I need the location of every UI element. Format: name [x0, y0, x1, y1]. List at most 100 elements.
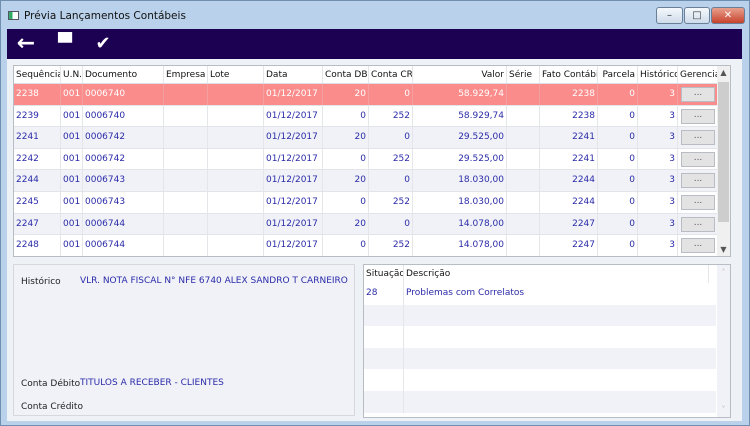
gerencial-button[interactable]: ... — [681, 108, 715, 124]
table-row[interactable] — [364, 304, 716, 327]
table-row[interactable] — [364, 369, 716, 391]
table-cell: 0006743 — [83, 192, 164, 213]
column-header[interactable]: Situação — [364, 265, 404, 283]
app-icon — [8, 11, 19, 20]
table-cell: 20 — [323, 213, 369, 235]
gerencial-button[interactable]: ... — [681, 216, 715, 232]
column-header[interactable]: Descrição — [404, 265, 709, 283]
table-cell: 0006744 — [83, 213, 164, 235]
column-header[interactable]: Conta CR — [369, 66, 413, 83]
column-header[interactable]: Empresa — [164, 66, 208, 83]
column-header[interactable]: Gerencial — [678, 66, 718, 83]
table-cell: 0 — [598, 170, 638, 191]
table-cell: 0006742 — [83, 127, 164, 148]
table-row[interactable]: 2244 001 0006743 01/12/2017 20 0 18.030,00 2244… — [14, 170, 718, 192]
table-cell: 14.078,00 — [413, 235, 507, 256]
table-cell — [208, 235, 264, 256]
table-cell: 0 — [369, 170, 413, 191]
column-header[interactable]: U.N. — [61, 66, 83, 83]
minimize-button[interactable]: – — [656, 7, 683, 24]
column-header[interactable]: Valor — [413, 66, 507, 83]
gerencial-button[interactable]: ... — [681, 130, 715, 146]
scroll-up-icon[interactable]: ˄ — [717, 268, 730, 277]
table-cell: 3 — [638, 170, 678, 191]
table-row[interactable]: 2248 001 0006744 01/12/2017 0 252 14.078,00 224… — [14, 235, 718, 256]
table-cell — [507, 235, 540, 256]
table-cell: 01/12/2017 — [264, 170, 323, 191]
table-cell: 001 — [61, 148, 83, 170]
table-cell: 252 — [369, 192, 413, 213]
table-cell — [164, 105, 208, 127]
table-row[interactable]: 2239 001 0006740 01/12/2017 0 252 58.929,74 223… — [14, 105, 718, 128]
table-cell: 01/12/2017 — [264, 84, 323, 105]
table-cell: 2241 — [540, 148, 598, 170]
scroll-down-icon[interactable]: ˅ — [717, 405, 730, 414]
table-row[interactable]: 2241 001 0006742 01/12/2017 20 0 29.525,00 2241… — [14, 127, 718, 149]
table-cell — [208, 213, 264, 235]
table-row[interactable]: 28 Problemas com Correlatos — [364, 283, 716, 305]
gerencial-button[interactable]: ... — [681, 238, 715, 254]
table-cell: 2242 — [14, 148, 61, 170]
column-header[interactable]: Documento — [83, 66, 164, 83]
column-header[interactable]: Fato Contábil — [540, 66, 598, 83]
table-cell: 20 — [323, 127, 369, 148]
table-cell: 0 — [323, 192, 369, 213]
scroll-up-icon[interactable]: ▲ — [717, 68, 730, 77]
table-cell — [164, 213, 208, 235]
column-header[interactable]: Lote — [208, 66, 264, 83]
table-cell: 0006740 — [83, 105, 164, 127]
gerencial-button[interactable]: ... — [681, 195, 715, 210]
gerencial-button[interactable]: ... — [681, 173, 715, 189]
table-cell: 2247 — [14, 213, 61, 235]
table-cell: 0 — [369, 127, 413, 148]
table-cell — [364, 391, 404, 413]
table-cell — [364, 347, 404, 370]
table-row[interactable] — [364, 347, 716, 370]
column-header[interactable]: Data — [264, 66, 323, 83]
table-cell: 2244 — [540, 170, 598, 191]
grid-scrollbar[interactable]: ▲ ▼ — [717, 66, 730, 256]
toolbar: ← ▀ ✔ — [7, 29, 742, 59]
table-row[interactable]: 2245 001 0006743 01/12/2017 0 252 18.030,00 224… — [14, 192, 718, 214]
print-icon[interactable]: ▀ — [52, 32, 78, 56]
table-cell: 3 — [638, 213, 678, 235]
table-cell: 2247 — [540, 213, 598, 235]
situacao-header: Situação Descrição — [364, 265, 716, 283]
table-cell — [208, 170, 264, 191]
close-button[interactable]: ✕ — [711, 7, 745, 24]
column-header[interactable]: Conta DB — [323, 66, 369, 83]
table-row[interactable] — [364, 326, 716, 348]
historico-value: VLR. NOTA FISCAL N° NFE 6740 ALEX SANDRO… — [80, 276, 348, 286]
table-cell — [507, 84, 540, 105]
column-header[interactable]: Série — [507, 66, 540, 83]
column-header[interactable]: Sequência — [14, 66, 61, 83]
table-row[interactable] — [364, 391, 716, 413]
table-cell: 0006740 — [83, 84, 164, 105]
column-header[interactable]: Histórico — [638, 66, 678, 83]
table-cell: 2238 — [14, 84, 61, 105]
table-cell: 3 — [638, 84, 678, 105]
table-cell — [507, 105, 540, 127]
gerencial-button[interactable]: ... — [681, 151, 715, 167]
content-area: Sequência U.N. Documento Empresa Lote Data Con… — [7, 59, 742, 421]
table-cell: 0 — [598, 235, 638, 256]
table-cell: 01/12/2017 — [264, 213, 323, 235]
table-cell: 01/12/2017 — [264, 235, 323, 256]
table-row[interactable]: 2247 001 0006744 01/12/2017 20 0 14.078,00 2247… — [14, 213, 718, 236]
table-cell: 3 — [638, 235, 678, 256]
table-cell: 2238 — [540, 105, 598, 127]
table-row[interactable]: 2242 001 0006742 01/12/2017 0 252 29.525,00 224… — [14, 148, 718, 171]
scroll-down-icon[interactable]: ▼ — [717, 245, 730, 254]
table-cell — [404, 305, 716, 327]
situacao-scrollbar[interactable]: ˄ ˅ — [717, 265, 730, 417]
gerencial-button[interactable]: ... — [681, 87, 715, 102]
back-arrow-icon[interactable]: ← — [13, 32, 39, 56]
table-cell: 2245 — [14, 192, 61, 213]
situacao-grid: Situação Descrição 28 Problemas com Corr… — [363, 264, 731, 418]
scroll-thumb[interactable] — [718, 82, 729, 222]
column-header[interactable]: Parcela — [598, 66, 638, 83]
maximize-button[interactable]: □ — [684, 7, 710, 24]
confirm-check-icon[interactable]: ✔ — [90, 32, 116, 56]
table-cell: 01/12/2017 — [264, 105, 323, 127]
table-row[interactable]: 2238 001 0006740 01/12/2017 20 0 58.929,74 2238… — [14, 84, 718, 106]
